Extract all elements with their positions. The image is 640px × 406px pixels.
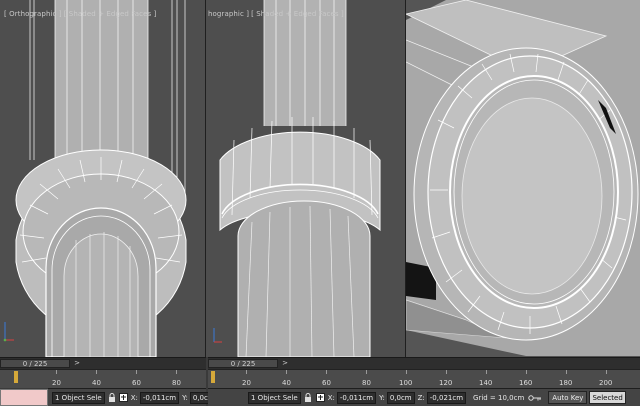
ruler-tick-label: 60 [132, 379, 141, 387]
axis-gizmo-icon [3, 322, 14, 342]
ruler-tick-label: 160 [519, 379, 533, 387]
timeline-right[interactable]: 0 / 225 > [208, 357, 640, 369]
z-label: Z: [417, 393, 425, 402]
time-slider[interactable]: 0 / 225 [0, 359, 70, 368]
x-label: X: [327, 393, 335, 402]
viewport-label-middle[interactable]: hographic ][ Shaded + Edged Faces ] [208, 10, 346, 18]
selection-lock-icon[interactable] [118, 392, 128, 403]
maxscript-listener-box[interactable] [0, 389, 48, 406]
ruler-tick-label: 40 [282, 379, 291, 387]
auto-key-button[interactable]: Auto Key [548, 391, 588, 404]
selection-count: 1 Object Sele [52, 391, 105, 404]
z-coordinate-field[interactable]: -0,021cm [426, 391, 467, 404]
x-label: X: [130, 393, 138, 402]
current-frame-marker[interactable] [211, 371, 215, 383]
ruler-tick-label: 180 [559, 379, 573, 387]
grid-size: Grid = 10,0cm [473, 393, 525, 402]
timeline-left[interactable]: 0 / 225 > [0, 357, 206, 369]
ruler-tick-label: 80 [172, 379, 181, 387]
viewport-left[interactable]: [ Orthographic ][ Shaded + Edged Faces ] [0, 0, 206, 357]
lock-icon[interactable] [108, 392, 116, 403]
selection-count: 1 Object Sele [248, 391, 301, 404]
viewport-label-left[interactable]: [ Orthographic ][ Shaded + Edged Faces ] [4, 10, 158, 18]
lock-icon[interactable] [304, 392, 313, 403]
time-slider[interactable]: 0 / 225 [208, 359, 278, 368]
pipe-mesh-left [3, 0, 187, 357]
pipe-mesh-right [406, 0, 640, 357]
y-coordinate-field[interactable]: 0,0cm [386, 391, 415, 404]
current-frame-marker[interactable] [14, 371, 18, 383]
y-label: Y: [379, 393, 385, 402]
next-frame-button[interactable]: > [280, 359, 290, 368]
viewport-right[interactable] [406, 0, 640, 357]
key-filter-dropdown[interactable]: Selected [589, 391, 626, 404]
ruler-tick-label: 100 [399, 379, 413, 387]
ruler-tick-label: 20 [52, 379, 61, 387]
ruler-tick-label: 80 [362, 379, 371, 387]
status-bar-right: 1 Object Sele X: -0,011cm Y: 0,0cm Z: -0… [208, 388, 640, 406]
ruler-tick-label: 200 [599, 379, 613, 387]
pipe-mesh-middle [213, 0, 381, 357]
next-frame-button[interactable]: > [72, 359, 82, 368]
selection-lock-icon[interactable] [315, 392, 325, 403]
y-label: Y: [182, 393, 188, 402]
ruler-tick-label: 40 [92, 379, 101, 387]
viewport-middle[interactable]: hographic ][ Shaded + Edged Faces ] [206, 0, 406, 357]
axis-gizmo-icon [213, 328, 222, 343]
ruler-tick-label: 20 [242, 379, 251, 387]
track-ruler-right[interactable]: 20 40 60 80 100 120 140 160 180 200 [208, 369, 640, 388]
x-coordinate-field[interactable]: -0,011cm [336, 391, 377, 404]
ruler-tick-label: 140 [479, 379, 493, 387]
x-coordinate-field[interactable]: -0,011cm [139, 391, 180, 404]
key-icon[interactable] [528, 392, 542, 403]
track-ruler-left[interactable]: 20 40 60 80 [0, 369, 206, 388]
ruler-tick-label: 60 [322, 379, 331, 387]
ruler-tick-label: 120 [439, 379, 453, 387]
status-bar-left: 1 Object Sele X: -0,011cm Y: 0,0cm [48, 388, 218, 406]
